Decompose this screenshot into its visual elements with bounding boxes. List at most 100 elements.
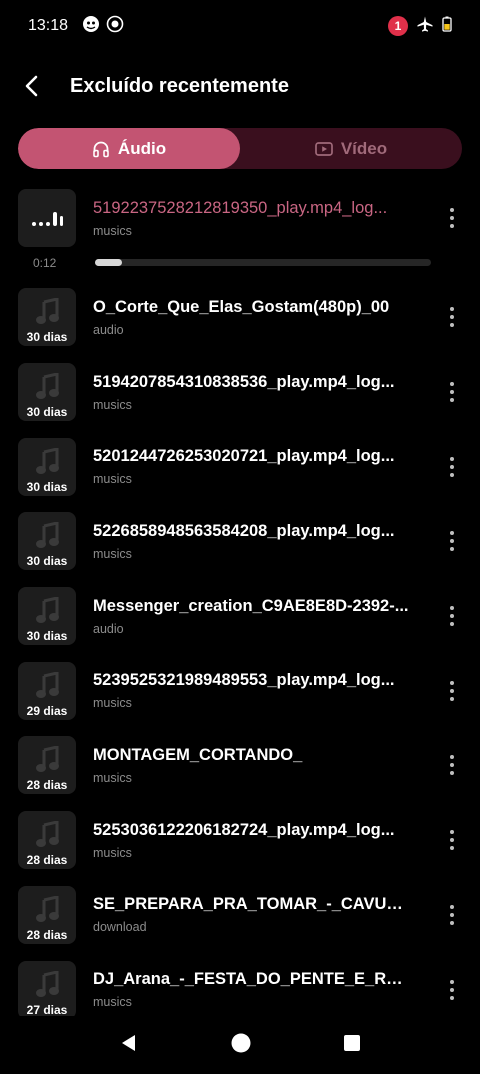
list-item-playing[interactable]: 5192237528212819350_play.mp4_log... musi… (0, 180, 480, 256)
playback-progress: 0:12 (0, 256, 480, 280)
more-options-button[interactable] (442, 452, 462, 482)
folder-name: musics (93, 223, 132, 238)
more-options-button[interactable] (442, 526, 462, 556)
list-item[interactable]: 30 dias 5194207854310838536_play.mp4_log.… (0, 355, 480, 430)
file-name: 5194207854310838536_play.mp4_log... (93, 372, 395, 391)
audio-thumbnail: 30 dias (18, 512, 76, 571)
more-options-button[interactable] (442, 676, 462, 706)
folder-name: audio (93, 322, 124, 337)
audio-thumbnail: 28 dias (18, 885, 76, 944)
music-note-icon (32, 446, 62, 483)
audio-thumbnail: 27 dias (18, 960, 76, 1019)
nav-recents-button[interactable] (343, 1034, 361, 1057)
days-remaining: 28 dias (26, 927, 68, 942)
music-note-icon (32, 372, 62, 408)
app-notification-icon (82, 15, 100, 38)
app-header: Excluído recentemente (0, 60, 480, 112)
file-name: DJ_Arana_-_FESTA_DO_PENTE_E_RALA... (93, 970, 413, 989)
arrow-back-icon (25, 75, 38, 97)
folder-name: musics (93, 845, 132, 860)
file-name: O_Corte_Que_Elas_Gostam(480p)_00 (93, 297, 390, 316)
airplane-mode-icon (416, 15, 434, 38)
nav-home-button[interactable] (231, 1033, 251, 1058)
file-name: Messenger_creation_C9AE8E8D-2392-... (93, 596, 409, 615)
back-button[interactable] (0, 60, 64, 112)
video-icon (314, 141, 333, 156)
file-name: 5201244726253020721_play.mp4_log... (93, 447, 395, 466)
status-bar: 13:18 1 (0, 0, 480, 52)
folder-name: musics (93, 472, 132, 487)
media-type-tabs: Áudio Vídeo (18, 128, 462, 169)
audio-thumbnail: 29 dias (18, 661, 76, 720)
folder-name: audio (93, 621, 124, 636)
status-time: 13:18 (28, 17, 69, 34)
progress-bar[interactable] (95, 259, 431, 266)
more-options-button[interactable] (442, 203, 462, 233)
file-name: MONTAGEM_CORTANDO_ (93, 745, 303, 764)
progress-fill (95, 259, 122, 266)
folder-name: musics (93, 696, 132, 711)
list-item[interactable]: 30 dias 5201244726253020721_play.mp4_log.… (0, 429, 480, 504)
circle-home-icon (231, 1033, 251, 1052)
tab-video-label: Vídeo (340, 138, 388, 158)
folder-name: musics (93, 995, 132, 1010)
list-item[interactable]: 28 dias 5253036122206182724_play.mp4_log.… (0, 803, 480, 878)
folder-name: musics (93, 546, 132, 561)
more-options-button[interactable] (442, 825, 462, 855)
days-remaining: 30 dias (26, 405, 68, 420)
more-options-button[interactable] (442, 601, 462, 631)
more-options-button[interactable] (442, 750, 462, 780)
music-note-icon (32, 820, 62, 856)
tab-audio[interactable]: Áudio (18, 128, 240, 169)
elapsed-time: 0:12 (33, 256, 57, 270)
list-item[interactable]: 30 dias Messenger_creation_C9AE8E8D-2392-… (0, 579, 480, 654)
days-remaining: 27 dias (26, 1002, 68, 1017)
file-name: 5239525321989489553_play.mp4_log... (93, 671, 395, 690)
page-title: Excluído recentemente (70, 74, 289, 97)
file-name: 5192237528212819350_play.mp4_log... (93, 198, 388, 217)
list-item[interactable]: 30 dias O_Corte_Que_Elas_Gostam(480p)_00a… (0, 280, 480, 355)
days-remaining: 30 dias (26, 330, 68, 345)
record-notification-icon (106, 15, 124, 38)
nav-back-button[interactable] (119, 1033, 139, 1058)
more-options-button[interactable] (442, 377, 462, 407)
tab-audio-label: Áudio (117, 138, 167, 158)
headphones-icon (93, 141, 109, 157)
audio-thumbnail: 30 dias (18, 587, 76, 646)
folder-name: musics (93, 770, 132, 785)
days-remaining: 28 dias (26, 853, 68, 868)
file-name: 5226858948563584208_play.mp4_log... (93, 521, 395, 540)
days-remaining: 30 dias (26, 479, 68, 494)
equalizer-icon (32, 212, 63, 226)
notification-count-badge: 1 (388, 16, 408, 36)
music-note-icon (32, 670, 62, 707)
more-options-button[interactable] (442, 302, 462, 332)
more-options-button[interactable] (442, 975, 462, 1005)
days-remaining: 30 dias (26, 554, 68, 569)
audio-thumbnail: 30 dias (18, 437, 76, 496)
music-note-icon (32, 969, 62, 1006)
file-name: 5253036122206182724_play.mp4_log... (93, 820, 395, 839)
more-options-button[interactable] (442, 900, 462, 930)
folder-name: download (93, 920, 147, 935)
days-remaining: 29 dias (26, 703, 68, 718)
music-note-icon (32, 745, 62, 781)
music-note-icon (32, 521, 62, 557)
folder-name: musics (93, 397, 132, 412)
days-remaining: 28 dias (26, 778, 68, 793)
triangle-back-icon (122, 1034, 135, 1051)
music-note-icon (32, 596, 62, 632)
list-item[interactable]: 30 dias 5226858948563584208_play.mp4_log.… (0, 504, 480, 579)
list-item[interactable]: 28 dias MONTAGEM_CORTANDO_musics (0, 728, 480, 803)
audio-thumbnail: 30 dias (18, 288, 76, 347)
system-navigation-bar (0, 1016, 480, 1074)
list-item[interactable]: 28 dias SE_PREPARA_PRA_TOMAR_-_CAVUCA...d… (0, 878, 480, 953)
music-note-icon (32, 894, 62, 931)
tab-video[interactable]: Vídeo (240, 128, 462, 169)
audio-thumbnail: 30 dias (18, 363, 76, 422)
playing-thumbnail (18, 189, 76, 247)
deleted-items-list: 5192237528212819350_play.mp4_log... musi… (0, 180, 480, 1027)
file-name: SE_PREPARA_PRA_TOMAR_-_CAVUCA... (93, 895, 413, 914)
audio-thumbnail: 28 dias (18, 736, 76, 795)
list-item[interactable]: 29 dias 5239525321989489553_play.mp4_log.… (0, 653, 480, 728)
